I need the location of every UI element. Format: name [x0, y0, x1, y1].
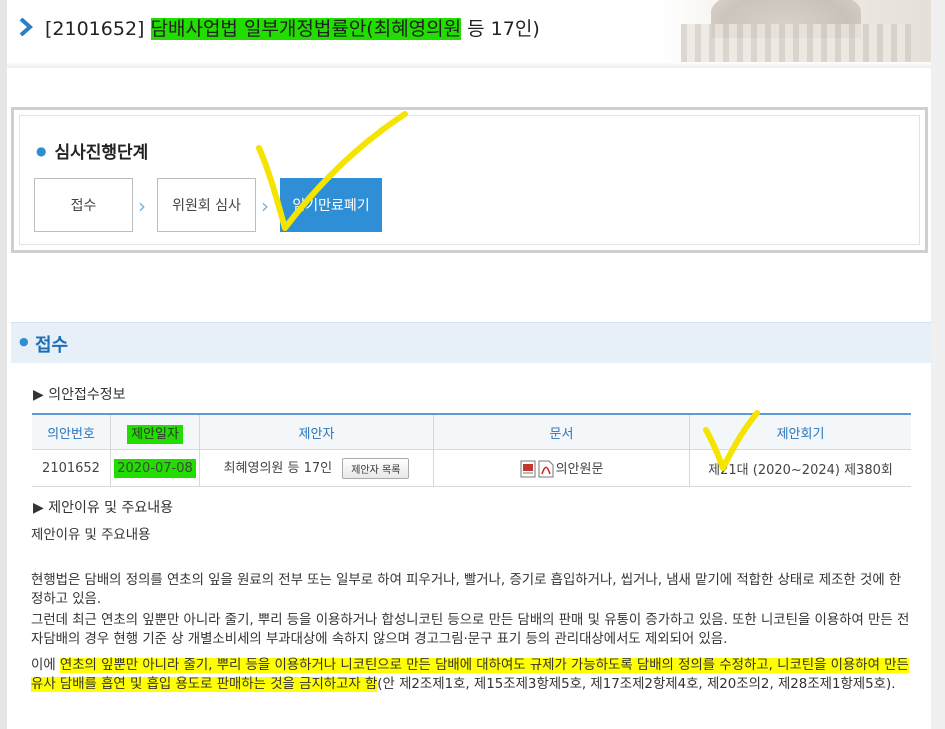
assembly-building-image [661, 0, 931, 68]
table-header-row: 의안번호 제안일자 제안자 문서 제안회기 [32, 413, 911, 450]
bill-header: [2101652] 담배사업법 일부개정법률안(최혜영의원 등 17인) [7, 0, 931, 68]
bullet-icon: ● [19, 335, 29, 348]
col-proposer: 제안자 [199, 413, 434, 450]
cell-document: 의안원문 [433, 449, 690, 487]
pdf-file-icon[interactable] [538, 460, 554, 478]
header-divider [7, 62, 931, 68]
stage-expired-discarded[interactable]: 임기만료폐기 [280, 178, 382, 232]
review-stage-title: ● 심사진행단계 [36, 138, 148, 163]
document-link[interactable]: 의안원문 [556, 462, 604, 477]
col-bill-no: 의안번호 [32, 413, 111, 450]
review-stage-title-text: 심사진행단계 [54, 143, 149, 163]
page: [2101652] 담배사업법 일부개정법률안(최혜영의원 등 17인) ● 심사… [0, 0, 945, 729]
bill-title-rest: 등 17인) [461, 17, 540, 40]
left-scroll-gutter [0, 0, 7, 729]
review-stage-panel: ● 심사진행단계 접수 › 위원회 심사 › 임기만료폐기 [11, 107, 928, 253]
receipt-info-heading: ▶ 의안접수정보 [33, 387, 126, 403]
bill-number: [2101652] [45, 17, 145, 40]
reason-subtitle: 제안이유 및 주요내용 [31, 528, 151, 543]
section-header-receipt: ● 접수 [11, 322, 931, 363]
chevron-right-icon: › [261, 194, 269, 218]
section-title: 접수 [35, 335, 69, 356]
col-proposal-date: 제안일자 [110, 413, 200, 450]
bill-title-row: [2101652] 담배사업법 일부개정법률안(최혜영의원 등 17인) [19, 12, 540, 42]
chevron-right-icon: › [138, 194, 146, 218]
proposer-name: 최혜영의원 등 17인 [223, 461, 333, 476]
reason-paragraph-1: 현행법은 담배의 정의를 연초의 잎을 원료의 전부 또는 일부로 하여 피우거… [31, 573, 902, 607]
right-scroll-gutter[interactable] [931, 0, 945, 729]
bullet-icon: ● [36, 144, 47, 158]
table-row: 2101652 2020-07-08 최혜영의원 등 17인 제안자 목록 의안… [32, 449, 911, 487]
para3-prefix: 이에 [31, 658, 60, 673]
col-proposal-date-label: 제안일자 [127, 424, 183, 444]
cell-proposal-date: 2020-07-08 [110, 449, 200, 487]
hwp-file-icon[interactable] [520, 460, 536, 478]
proposal-date-value: 2020-07-08 [114, 458, 196, 478]
stage-committee-review[interactable]: 위원회 심사 [157, 178, 256, 232]
para3-suffix: (안 제2조제1호, 제15조제3항제5호, 제17조제2항제4호, 제20조의… [377, 677, 896, 692]
bill-title: [2101652] 담배사업법 일부개정법률안(최혜영의원 등 17인) [45, 14, 540, 41]
proposer-list-button[interactable]: 제안자 목록 [342, 458, 410, 479]
cell-bill-no: 2101652 [32, 449, 111, 487]
receipt-info-table: 의안번호 제안일자 제안자 문서 제안회기 2101652 2020-07-08… [32, 413, 911, 487]
bill-title-highlighted: 담배사업법 일부개정법률안(최혜영의원 [150, 17, 462, 40]
reason-paragraph-2: 그런데 최근 연초의 잎뿐만 아니라 줄기, 뿌리 등을 이용하거나 합성니코틴… [31, 613, 910, 647]
chevron-right-icon [19, 18, 33, 36]
cell-session: 제21대 (2020~2024) 제380회 [689, 449, 911, 487]
col-session: 제안회기 [689, 413, 911, 450]
reason-paragraph-3: 이에 연초의 잎뿐만 아니라 줄기, 뿌리 등을 이용하거나 니코틴으로 만든 … [31, 656, 911, 694]
stage-received[interactable]: 접수 [34, 178, 133, 232]
review-stage-inner: ● 심사진행단계 접수 › 위원회 심사 › 임기만료폐기 [19, 115, 920, 245]
cell-proposer: 최혜영의원 등 17인 제안자 목록 [199, 449, 434, 487]
col-document: 문서 [433, 413, 690, 450]
reason-heading: ▶ 제안이유 및 주요내용 [33, 500, 174, 516]
